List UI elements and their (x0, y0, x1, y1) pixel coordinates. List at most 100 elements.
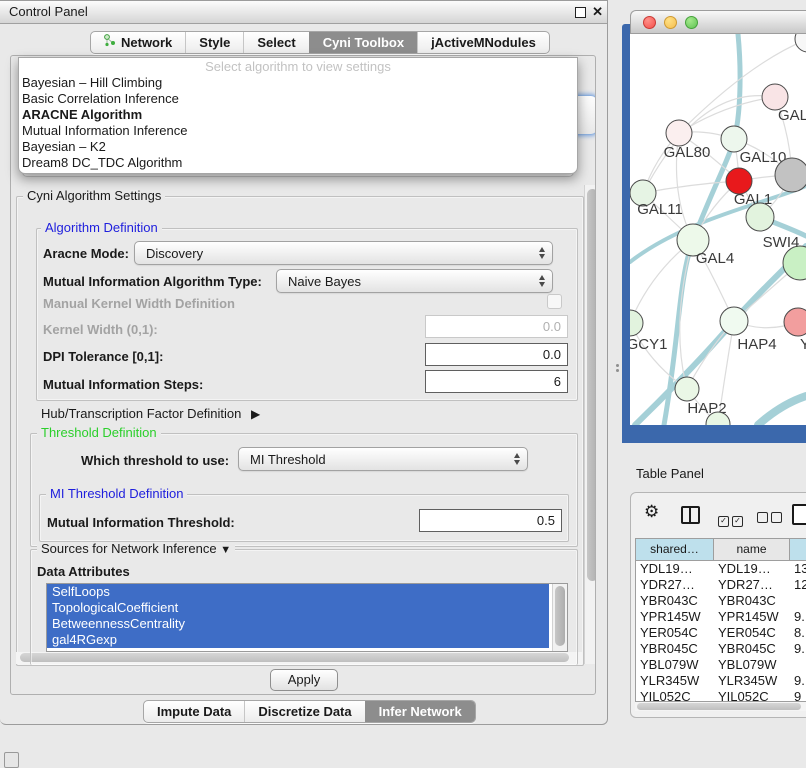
table-horizontal-scrollbar[interactable] (635, 702, 806, 711)
table-header: shared…nameA (636, 539, 806, 561)
node-label-gal80: GAL80 (664, 144, 711, 161)
kernel-width-input[interactable]: 0.0 (425, 315, 568, 338)
table-row[interactable]: YDR27…YDR27…12 (636, 577, 806, 593)
sources-toggle[interactable]: Sources for Network Inference ▼ (37, 542, 235, 557)
settings-vertical-scrollbar-thumb[interactable] (587, 189, 596, 581)
table-row[interactable]: YBR043CYBR043C (636, 593, 806, 609)
tab-discretize-data[interactable]: Discretize Data (244, 701, 364, 722)
close-icon[interactable]: ✕ (592, 1, 603, 23)
table-cell: YPR145W (714, 609, 790, 625)
node-table[interactable]: shared…nameAYDL19…YDL19…13YDR27…YDR27…12… (635, 538, 806, 702)
tab-label: Style (199, 32, 230, 53)
network-node-gcy1[interactable] (630, 310, 643, 336)
tab-jactivemnodules[interactable]: jActiveMNodules (417, 32, 549, 53)
algorithm-option-basic-correlation-inference[interactable]: Basic Correlation Inference (19, 91, 577, 107)
algorithm-option-aracne-algorithm[interactable]: ARACNE Algorithm (19, 107, 577, 123)
close-traffic-light-icon[interactable] (643, 16, 656, 29)
manual-kernel-label: Manual Kernel Width Definition (43, 296, 235, 311)
network-icon (104, 32, 116, 53)
table-row[interactable]: YPR145WYPR145W9. (636, 609, 806, 625)
algorithm-option-dream8-dc-tdc-algorithm[interactable]: Dream8 DC_TDC Algorithm (19, 155, 577, 171)
network-window-titlebar[interactable] (630, 10, 806, 34)
deselect-all-columns-icon[interactable] (757, 511, 782, 526)
aracne-mode-select[interactable]: Discovery (134, 241, 553, 265)
tab-impute-data[interactable]: Impute Data (144, 701, 244, 722)
minimize-traffic-light-icon[interactable] (664, 16, 677, 29)
docked-panel-icon[interactable] (4, 752, 19, 768)
mi-type-select[interactable]: Naive Bayes (276, 269, 553, 293)
threshold-definition-title: Threshold Definition (37, 426, 161, 440)
table-panel: ⚙ ✓✓ shared…nameAYDL19…YDL19…13YDR27…YDR… (630, 492, 806, 718)
algorithm-option-bayesian-k2[interactable]: Bayesian – K2 (19, 139, 577, 155)
stepper-arrows-icon (539, 247, 545, 259)
attribute-item-betweennesscentrality[interactable]: BetweennessCentrality (47, 616, 549, 632)
column-header-name[interactable]: name (714, 539, 790, 560)
table-row[interactable]: YBR045CYBR045C9. (636, 641, 806, 657)
attributes-scrollbar-thumb[interactable] (555, 586, 565, 646)
control-panel-title: Control Panel (9, 1, 88, 23)
column-header-a[interactable]: A (790, 539, 806, 560)
network-node[interactable] (746, 203, 774, 231)
kernel-width-label: Kernel Width (0,1): (43, 322, 158, 337)
gear-icon[interactable]: ⚙ (644, 502, 659, 522)
which-threshold-select[interactable]: MI Threshold (238, 447, 528, 471)
table-cell: YDL19… (636, 561, 714, 577)
hub-section-label: Hub/Transcription Factor Definition (41, 406, 241, 421)
network-node-gal80[interactable] (666, 120, 692, 146)
attributes-scrollbar[interactable] (552, 584, 567, 651)
table-cell: 9. (790, 673, 806, 689)
network-node-hap2[interactable] (675, 377, 699, 401)
split-columns-icon[interactable] (681, 506, 700, 524)
table-row[interactable]: YER054CYER054C8. (636, 625, 806, 641)
panel-splitter[interactable] (614, 364, 621, 373)
table-row[interactable]: YIL052CYIL052C9 (636, 689, 806, 702)
table-row[interactable]: YLR345WYLR345W9. (636, 673, 806, 689)
network-node-y[interactable] (784, 308, 806, 336)
dpi-tolerance-input[interactable]: 0.0 (425, 343, 568, 366)
algorithm-option-mutual-information-inference[interactable]: Mutual Information Inference (19, 123, 577, 139)
network-node-hap4[interactable] (720, 307, 748, 335)
attribute-item-topologicalcoefficient[interactable]: TopologicalCoefficient (47, 600, 549, 616)
data-attributes-list[interactable]: SelfLoopsTopologicalCoefficientBetweenne… (46, 583, 568, 652)
tab-select[interactable]: Select (243, 32, 308, 53)
control-panel-titlebar[interactable]: Control Panel ✕ (0, 1, 607, 24)
network-canvas[interactable]: GALGAL80GAL10GAL1GAL11GAL4SWI4GCY1HAP4YH… (630, 34, 806, 425)
table-cell: YPR145W (636, 609, 714, 625)
mi-steps-input[interactable]: 6 (425, 370, 568, 393)
select-all-columns-icon[interactable]: ✓✓ (718, 511, 743, 527)
table-cell: YER054C (714, 625, 790, 641)
hub-section-toggle[interactable]: Hub/Transcription Factor Definition ▶ (41, 406, 260, 422)
network-edge[interactable] (643, 181, 739, 193)
table-row[interactable]: YDL19…YDL19…13 (636, 561, 806, 577)
apply-button[interactable]: Apply (270, 669, 338, 691)
tab-label: Network (121, 32, 172, 53)
tab-infer-network[interactable]: Infer Network (365, 701, 475, 722)
zoom-traffic-light-icon[interactable] (685, 16, 698, 29)
table-cell: YLR345W (636, 673, 714, 689)
network-node[interactable] (775, 158, 806, 192)
attribute-item-selfloops[interactable]: SelfLoops (47, 584, 549, 600)
table-row[interactable]: YBL079WYBL079W (636, 657, 806, 673)
network-node[interactable] (795, 34, 806, 52)
manual-kernel-checkbox[interactable] (547, 294, 562, 309)
node-label-gcy1: GCY1 (630, 336, 667, 353)
aracne-mode-value: Discovery (146, 246, 203, 261)
settings-vertical-scrollbar[interactable] (584, 185, 596, 664)
tab-network[interactable]: Network (91, 32, 185, 53)
tab-style[interactable]: Style (185, 32, 243, 53)
attribute-item-gal4rgexp[interactable]: gal4RGexp (47, 632, 549, 648)
algorithm-option-bayesian-hill-climbing[interactable]: Bayesian – Hill Climbing (19, 75, 577, 91)
float-window-icon[interactable] (575, 7, 586, 18)
table-cell: YER054C (636, 625, 714, 641)
tab-cyni-toolbox[interactable]: Cyni Toolbox (309, 32, 417, 53)
table-horizontal-scrollbar-thumb[interactable] (637, 703, 801, 710)
chevron-right-icon: ▶ (251, 407, 260, 421)
new-table-icon[interactable] (792, 504, 806, 525)
mi-threshold-input[interactable]: 0.5 (419, 509, 562, 532)
network-edge[interactable] (758, 396, 806, 425)
table-cell: 8. (790, 625, 806, 641)
stepper-arrows-icon (514, 453, 520, 465)
mi-threshold-group-title: MI Threshold Definition (46, 487, 187, 501)
table-panel-title: Table Panel (636, 466, 704, 481)
column-header-shared[interactable]: shared… (636, 539, 714, 560)
